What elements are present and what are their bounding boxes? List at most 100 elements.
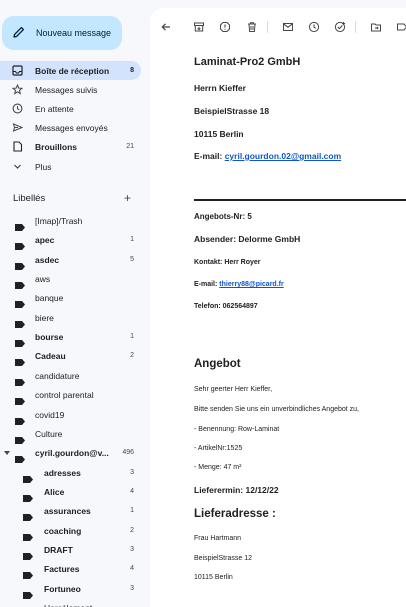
recipient-email-link[interactable]: cyril.gourdon.02@gmail.com	[225, 151, 341, 161]
label-item[interactable]: Fortuneo 3	[0, 580, 141, 599]
label-count: 3	[130, 545, 134, 553]
nav-item-drafts[interactable]: Brouillons 21	[0, 137, 141, 156]
snooze-icon[interactable]	[308, 21, 320, 33]
label-name: apec	[35, 235, 55, 246]
label-count: 2	[130, 526, 134, 534]
label-item[interactable]: coaching 2	[0, 522, 141, 541]
email-label: E-mail:	[194, 151, 225, 161]
nav-count: 21	[126, 143, 134, 150]
label-tag-icon	[23, 566, 33, 580]
draft-icon	[13, 141, 23, 152]
label-item[interactable]: bourse 1	[0, 328, 141, 348]
archive-icon[interactable]	[193, 21, 205, 33]
label-tag-icon	[23, 547, 33, 560]
label-tag-icon	[23, 489, 33, 502]
label-name: aws	[35, 274, 51, 285]
sender: Absender: Delorme GmbH	[194, 234, 301, 244]
contact-email-link[interactable]: thierry88@picard.fr	[219, 281, 283, 288]
label-tag-icon	[15, 218, 25, 231]
label-item[interactable]: DRAFT 3	[0, 541, 141, 560]
nav-label: Boîte de réception	[35, 65, 110, 76]
nav-label: Brouillons	[35, 141, 78, 152]
add-task-icon[interactable]	[334, 21, 346, 33]
address-name: Frau Hartmann	[194, 535, 242, 542]
label-name: Factures	[44, 564, 80, 575]
delete-icon[interactable]	[246, 21, 258, 33]
offer-number: Angebots-Nr: 5	[194, 212, 252, 221]
label-item[interactable]: assurances 1	[0, 502, 141, 522]
label-count: 2	[130, 352, 134, 360]
label-tag-icon	[23, 508, 33, 522]
inbox-icon	[12, 65, 23, 76]
label-item[interactable]: asdec 5	[0, 251, 141, 270]
label-item[interactable]: [Imap]/Trash	[0, 212, 141, 231]
label-tag-icon	[15, 315, 25, 328]
label-count: 1	[130, 507, 134, 515]
label-item[interactable]: Culture	[0, 425, 141, 444]
offer-heading: Angebot	[194, 358, 241, 370]
label-item[interactable]: covid19	[0, 406, 141, 425]
nav-count: 8	[130, 67, 134, 74]
mark-unread-icon[interactable]	[282, 21, 294, 33]
move-to-icon[interactable]	[370, 21, 382, 33]
label-item[interactable]: biere	[0, 309, 141, 328]
nav-label: Plus	[35, 161, 52, 172]
label-item[interactable]: Cadeau 2	[0, 347, 141, 367]
label-tag-icon	[15, 412, 25, 425]
label-name: bourse	[35, 332, 64, 343]
label-tag-icon	[15, 353, 25, 367]
label-count: 3	[130, 468, 134, 476]
label-item[interactable]: candidature	[0, 367, 141, 386]
recipient-name: Herrn Kieffer	[194, 83, 246, 93]
back-arrow-icon[interactable]	[160, 21, 172, 33]
label-name: Cadeau	[35, 351, 66, 362]
label-item[interactable]: adresses 3	[0, 464, 141, 483]
message-toolbar	[150, 8, 406, 46]
company-name: Laminat-Pro2 GmbH	[194, 56, 301, 68]
label-name: [Imap]/Trash	[35, 216, 83, 226]
chevron-down-icon	[14, 164, 21, 169]
expand-caret-icon[interactable]	[4, 451, 10, 456]
label-tag-icon	[15, 392, 25, 406]
label-count: 1	[130, 236, 134, 244]
nav-item-starred[interactable]: Messages suivis	[0, 80, 141, 99]
label-item[interactable]: Factures 4	[0, 560, 141, 580]
label-name: adresses	[44, 467, 81, 478]
label-name: Culture	[35, 428, 63, 439]
label-item[interactable]: Harcèlement	[0, 599, 141, 607]
contact-email-label: E-mail:	[194, 281, 220, 288]
report-spam-icon[interactable]	[219, 21, 231, 33]
pencil-icon	[13, 26, 25, 38]
label-item[interactable]: banque	[0, 289, 141, 309]
nav-item-snoozed[interactable]: En attente	[0, 99, 141, 118]
label-name: covid19	[35, 409, 65, 420]
item-quantity: - Menge: 47 m²	[194, 464, 242, 471]
label-icon[interactable]	[396, 21, 406, 33]
label-tag-icon	[15, 431, 25, 444]
label-tag-icon	[23, 470, 33, 483]
nav-item-sent[interactable]: Messages envoyés	[0, 118, 141, 137]
label-tag-icon	[15, 276, 25, 290]
sidebar: Nouveau message Boîte de réception 8 Mes…	[0, 0, 150, 607]
compose-button[interactable]: Nouveau message	[2, 16, 122, 50]
star-icon	[12, 84, 23, 95]
label-name: control parental	[35, 390, 94, 401]
label-item[interactable]: aws	[0, 270, 141, 290]
label-name: Fortuneo	[44, 583, 81, 594]
nav-label: En attente	[35, 103, 74, 114]
request-text: Bitte senden Sie uns ein unverbindliches…	[194, 406, 360, 413]
label-item[interactable]: Alice 4	[0, 483, 141, 502]
label-name: asdec	[35, 254, 60, 265]
delivery-date: Lieferermin: 12/12/22	[194, 485, 279, 495]
nav-item-more[interactable]: Plus	[0, 157, 141, 176]
label-tag-icon	[23, 586, 33, 599]
send-icon	[12, 123, 23, 132]
label-tag-icon	[15, 257, 25, 270]
label-item[interactable]: apec 1	[0, 231, 141, 251]
labels-heading: Libellés	[13, 193, 46, 204]
nav-item-inbox[interactable]: Boîte de réception 8	[0, 61, 141, 80]
add-label-icon[interactable]: +	[124, 192, 131, 204]
label-item[interactable]: control parental	[0, 386, 141, 406]
label-item[interactable]: cyril.gourdon@v... 496	[0, 444, 141, 464]
phone: Telefon: 062564897	[194, 303, 258, 310]
